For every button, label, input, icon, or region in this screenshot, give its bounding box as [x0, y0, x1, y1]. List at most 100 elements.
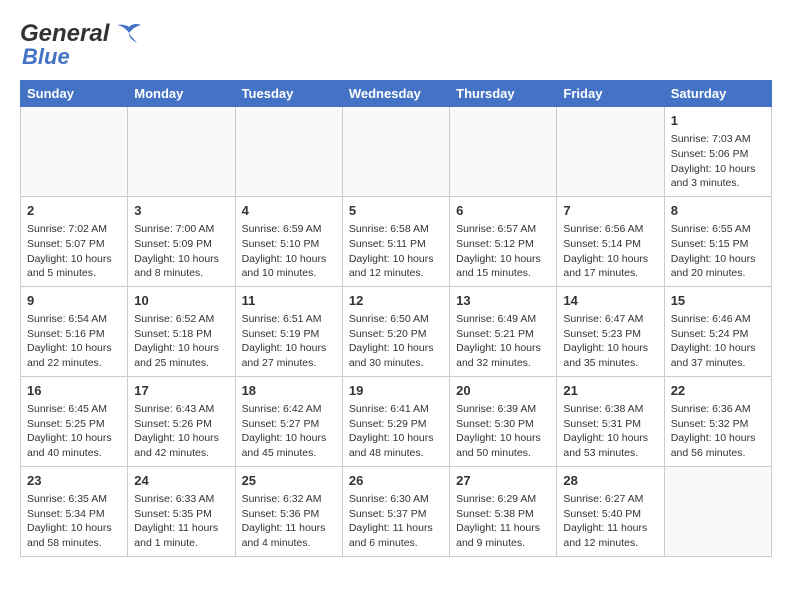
- calendar-cell: [557, 107, 664, 197]
- calendar-cell: 6 Sunrise: 6:57 AM Sunset: 5:12 PM Daylig…: [450, 196, 557, 286]
- day-number: 21: [563, 382, 657, 400]
- day-number: 9: [27, 292, 121, 310]
- calendar-cell: 9 Sunrise: 6:54 AM Sunset: 5:16 PM Daylig…: [21, 286, 128, 376]
- calendar-cell: 15 Sunrise: 6:46 AM Sunset: 5:24 PM Dayli…: [664, 286, 771, 376]
- calendar-cell: 11Sunrise: 6:51 AM Sunset: 5:19 PM Dayli…: [235, 286, 342, 376]
- day-detail: Sunrise: 6:56 AM Sunset: 5:14 PM Dayligh…: [563, 222, 657, 281]
- calendar-cell: 19 Sunrise: 6:41 AM Sunset: 5:29 PM Dayli…: [342, 376, 449, 466]
- logo: General Blue: [20, 20, 143, 70]
- day-number: 7: [563, 202, 657, 220]
- weekday-header-saturday: Saturday: [664, 81, 771, 107]
- calendar-cell: 5 Sunrise: 6:58 AM Sunset: 5:11 PM Daylig…: [342, 196, 449, 286]
- day-detail: Sunrise: 7:03 AM Sunset: 5:06 PM Dayligh…: [671, 132, 765, 191]
- calendar-cell: 14 Sunrise: 6:47 AM Sunset: 5:23 PM Dayli…: [557, 286, 664, 376]
- calendar-cell: [664, 466, 771, 556]
- calendar-cell: [128, 107, 235, 197]
- week-row-4: 16 Sunrise: 6:45 AM Sunset: 5:25 PM Dayli…: [21, 376, 772, 466]
- day-detail: Sunrise: 6:59 AM Sunset: 5:10 PM Dayligh…: [242, 222, 336, 281]
- day-detail: Sunrise: 6:52 AM Sunset: 5:18 PM Dayligh…: [134, 312, 228, 371]
- day-number: 10: [134, 292, 228, 310]
- day-number: 19: [349, 382, 443, 400]
- calendar-cell: 20 Sunrise: 6:39 AM Sunset: 5:30 PM Dayli…: [450, 376, 557, 466]
- day-number: 5: [349, 202, 443, 220]
- day-detail: Sunrise: 7:02 AM Sunset: 5:07 PM Dayligh…: [27, 222, 121, 281]
- calendar-cell: 27 Sunrise: 6:29 AM Sunset: 5:38 PM Dayli…: [450, 466, 557, 556]
- day-number: 24: [134, 472, 228, 490]
- day-number: 13: [456, 292, 550, 310]
- day-number: 25: [242, 472, 336, 490]
- day-number: 1: [671, 112, 765, 130]
- day-number: 18: [242, 382, 336, 400]
- calendar-cell: 23 Sunrise: 6:35 AM Sunset: 5:34 PM Dayli…: [21, 466, 128, 556]
- day-detail: Sunrise: 6:54 AM Sunset: 5:16 PM Dayligh…: [27, 312, 121, 371]
- day-number: 4: [242, 202, 336, 220]
- logo-bird-icon: [115, 23, 143, 45]
- day-detail: Sunrise: 6:39 AM Sunset: 5:30 PM Dayligh…: [456, 402, 550, 461]
- day-detail: Sunrise: 6:57 AM Sunset: 5:12 PM Dayligh…: [456, 222, 550, 281]
- calendar-cell: [21, 107, 128, 197]
- day-number: 26: [349, 472, 443, 490]
- calendar-cell: 1 Sunrise: 7:03 AM Sunset: 5:06 PM Daylig…: [664, 107, 771, 197]
- calendar-cell: [342, 107, 449, 197]
- day-number: 6: [456, 202, 550, 220]
- calendar-cell: [235, 107, 342, 197]
- week-row-1: 1 Sunrise: 7:03 AM Sunset: 5:06 PM Daylig…: [21, 107, 772, 197]
- calendar-cell: 28Sunrise: 6:27 AM Sunset: 5:40 PM Dayli…: [557, 466, 664, 556]
- week-row-2: 2 Sunrise: 7:02 AM Sunset: 5:07 PM Daylig…: [21, 196, 772, 286]
- calendar-cell: 16 Sunrise: 6:45 AM Sunset: 5:25 PM Dayli…: [21, 376, 128, 466]
- day-number: 14: [563, 292, 657, 310]
- day-number: 11: [242, 292, 336, 310]
- day-number: 22: [671, 382, 765, 400]
- header: General Blue: [20, 20, 772, 70]
- calendar-cell: 8 Sunrise: 6:55 AM Sunset: 5:15 PM Daylig…: [664, 196, 771, 286]
- calendar-cell: 12 Sunrise: 6:50 AM Sunset: 5:20 PM Dayli…: [342, 286, 449, 376]
- day-detail: Sunrise: 6:29 AM Sunset: 5:38 PM Dayligh…: [456, 492, 550, 551]
- calendar-cell: 18Sunrise: 6:42 AM Sunset: 5:27 PM Dayli…: [235, 376, 342, 466]
- week-row-3: 9 Sunrise: 6:54 AM Sunset: 5:16 PM Daylig…: [21, 286, 772, 376]
- weekday-header-friday: Friday: [557, 81, 664, 107]
- calendar-cell: 13Sunrise: 6:49 AM Sunset: 5:21 PM Dayli…: [450, 286, 557, 376]
- day-number: 20: [456, 382, 550, 400]
- day-detail: Sunrise: 6:43 AM Sunset: 5:26 PM Dayligh…: [134, 402, 228, 461]
- weekday-header-sunday: Sunday: [21, 81, 128, 107]
- day-number: 23: [27, 472, 121, 490]
- day-number: 12: [349, 292, 443, 310]
- weekday-header-tuesday: Tuesday: [235, 81, 342, 107]
- week-row-5: 23 Sunrise: 6:35 AM Sunset: 5:34 PM Dayli…: [21, 466, 772, 556]
- weekday-header-monday: Monday: [128, 81, 235, 107]
- calendar-cell: 4 Sunrise: 6:59 AM Sunset: 5:10 PM Daylig…: [235, 196, 342, 286]
- calendar-cell: 22 Sunrise: 6:36 AM Sunset: 5:32 PM Dayli…: [664, 376, 771, 466]
- weekday-header-thursday: Thursday: [450, 81, 557, 107]
- calendar-cell: 2 Sunrise: 7:02 AM Sunset: 5:07 PM Daylig…: [21, 196, 128, 286]
- day-number: 8: [671, 202, 765, 220]
- day-detail: Sunrise: 6:41 AM Sunset: 5:29 PM Dayligh…: [349, 402, 443, 461]
- day-detail: Sunrise: 6:36 AM Sunset: 5:32 PM Dayligh…: [671, 402, 765, 461]
- day-number: 16: [27, 382, 121, 400]
- day-number: 28: [563, 472, 657, 490]
- day-detail: Sunrise: 6:33 AM Sunset: 5:35 PM Dayligh…: [134, 492, 228, 551]
- day-number: 27: [456, 472, 550, 490]
- day-detail: Sunrise: 6:46 AM Sunset: 5:24 PM Dayligh…: [671, 312, 765, 371]
- day-number: 2: [27, 202, 121, 220]
- day-detail: Sunrise: 6:47 AM Sunset: 5:23 PM Dayligh…: [563, 312, 657, 371]
- weekday-header-wednesday: Wednesday: [342, 81, 449, 107]
- calendar-cell: 3Sunrise: 7:00 AM Sunset: 5:09 PM Daylig…: [128, 196, 235, 286]
- day-number: 17: [134, 382, 228, 400]
- day-detail: Sunrise: 6:45 AM Sunset: 5:25 PM Dayligh…: [27, 402, 121, 461]
- calendar-cell: [450, 107, 557, 197]
- day-detail: Sunrise: 6:30 AM Sunset: 5:37 PM Dayligh…: [349, 492, 443, 551]
- day-detail: Sunrise: 6:58 AM Sunset: 5:11 PM Dayligh…: [349, 222, 443, 281]
- calendar-cell: 10 Sunrise: 6:52 AM Sunset: 5:18 PM Dayli…: [128, 286, 235, 376]
- day-detail: Sunrise: 7:00 AM Sunset: 5:09 PM Dayligh…: [134, 222, 228, 281]
- day-detail: Sunrise: 6:50 AM Sunset: 5:20 PM Dayligh…: [349, 312, 443, 371]
- calendar-cell: 17 Sunrise: 6:43 AM Sunset: 5:26 PM Dayli…: [128, 376, 235, 466]
- day-detail: Sunrise: 6:55 AM Sunset: 5:15 PM Dayligh…: [671, 222, 765, 281]
- calendar-cell: 24 Sunrise: 6:33 AM Sunset: 5:35 PM Dayli…: [128, 466, 235, 556]
- calendar-cell: 21 Sunrise: 6:38 AM Sunset: 5:31 PM Dayli…: [557, 376, 664, 466]
- day-detail: Sunrise: 6:32 AM Sunset: 5:36 PM Dayligh…: [242, 492, 336, 551]
- day-detail: Sunrise: 6:35 AM Sunset: 5:34 PM Dayligh…: [27, 492, 121, 551]
- calendar-cell: 25 Sunrise: 6:32 AM Sunset: 5:36 PM Dayli…: [235, 466, 342, 556]
- day-number: 15: [671, 292, 765, 310]
- logo-blue-line: Blue: [22, 44, 70, 70]
- day-detail: Sunrise: 6:38 AM Sunset: 5:31 PM Dayligh…: [563, 402, 657, 461]
